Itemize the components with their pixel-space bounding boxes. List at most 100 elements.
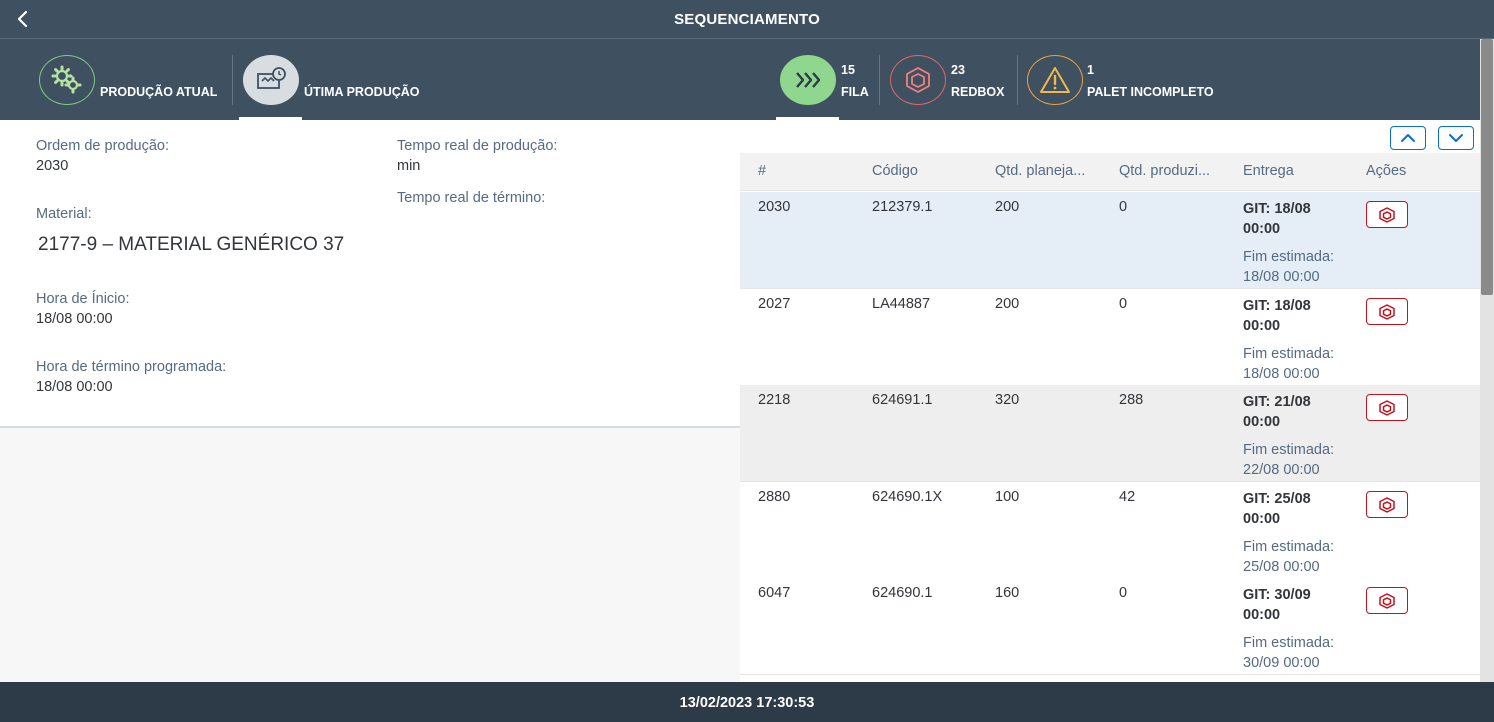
- tab-redbox[interactable]: 23 REDBOX: [889, 39, 1014, 120]
- fim-value: 18/08 00:00: [1243, 269, 1320, 285]
- cell-num: 2027: [758, 296, 791, 312]
- redbox-action-button[interactable]: [1366, 201, 1408, 228]
- tab-count: 1: [1087, 63, 1094, 77]
- cell-git: GIT: 18/08 00:00: [1243, 201, 1311, 237]
- tab-separator: [879, 55, 880, 105]
- queue-table: # Código Qtd. planeja... Qtd. produzi...…: [740, 120, 1480, 682]
- redbox-action-button[interactable]: [1366, 587, 1408, 614]
- tempo-real-value: min: [397, 158, 421, 174]
- fim-label: Fim estimada:: [1243, 539, 1335, 555]
- cell-git: GIT: 18/08 00:00: [1243, 298, 1311, 334]
- production-details-panel: Ordem de produção: 2030 Tempo real de pr…: [0, 120, 740, 428]
- fim-value: 30/09 00:00: [1243, 655, 1320, 671]
- footer-bar: 13/02/2023 17:30:53: [0, 682, 1494, 722]
- cell-git: GIT: 21/08 00:00: [1243, 394, 1311, 430]
- cell-num: 2218: [758, 392, 791, 408]
- page-title: SEQUENCIAMENTO: [674, 11, 820, 28]
- ordem-value: 2030: [36, 158, 69, 174]
- fim-label: Fim estimada:: [1243, 442, 1335, 458]
- cell-fim-estimada: Fim estimada: 25/08 00:00: [1243, 537, 1363, 577]
- fim-value: 25/08 00:00: [1243, 559, 1320, 575]
- fim-value: 22/08 00:00: [1243, 462, 1320, 478]
- cell-codigo: LA44887: [872, 296, 931, 312]
- cell-planejado: 100: [995, 489, 1020, 505]
- box-icon: [1379, 399, 1395, 416]
- gears-icon: [39, 55, 95, 105]
- cell-planejado: 200: [995, 296, 1020, 312]
- cell-codigo: 624690.1: [872, 585, 933, 601]
- fim-value: 18/08 00:00: [1243, 366, 1320, 382]
- column-header[interactable]: #: [758, 163, 766, 179]
- tab-palet-incompleto[interactable]: 1 PALET INCOMPLETO: [1026, 39, 1226, 120]
- termino-value: 18/08 00:00: [36, 379, 113, 395]
- cell-fim-estimada: Fim estimada: 30/09 00:00: [1243, 633, 1363, 673]
- move-down-button[interactable]: [1438, 126, 1474, 150]
- table-row[interactable]: 2030 212379.1 200 0 GIT: 18/08 00:00 Fim…: [740, 192, 1480, 289]
- icon-tab-bar: PRODUÇÃO ATUAL ÚTIMA PRODUÇÃO 15 FILA 23…: [0, 39, 1494, 120]
- redbox-action-button[interactable]: [1366, 491, 1408, 518]
- fim-label: Fim estimada:: [1243, 249, 1335, 265]
- cell-fim-estimada: Fim estimada: 18/08 00:00: [1243, 247, 1363, 287]
- table-row[interactable]: 2880 624690.1X 100 42 GIT: 25/08 00:00 F…: [740, 482, 1480, 579]
- redbox-action-button[interactable]: [1366, 298, 1408, 325]
- table-row[interactable]: 2027 LA44887 200 0 GIT: 18/08 00:00 Fim …: [740, 289, 1480, 386]
- cell-produzido: 288: [1119, 392, 1144, 408]
- box-icon: [1379, 303, 1395, 320]
- vertical-scrollbar[interactable]: [1480, 39, 1494, 682]
- cell-codigo: 212379.1: [872, 199, 933, 215]
- tab-label: PALET INCOMPLETO: [1087, 85, 1214, 99]
- column-header[interactable]: Código: [872, 163, 918, 179]
- fim-label: Fim estimada:: [1243, 346, 1335, 362]
- tab-count: 15: [841, 63, 855, 77]
- fim-label: Fim estimada:: [1243, 635, 1335, 651]
- cell-num: 2880: [758, 489, 791, 505]
- tab-label: PRODUÇÃO ATUAL: [100, 85, 218, 99]
- inicio-label: Hora de Ínicio:: [36, 291, 130, 307]
- table-row[interactable]: 2218 624691.1 320 288 GIT: 21/08 00:00 F…: [740, 385, 1480, 482]
- inicio-value: 18/08 00:00: [36, 311, 113, 327]
- warning-icon: [1027, 55, 1083, 105]
- tab-ultima-producao[interactable]: ÚTIMA PRODUÇÃO: [239, 39, 440, 120]
- material-value: 2177-9 – MATERIAL GENÉRICO 37: [38, 234, 345, 255]
- cell-planejado: 200: [995, 199, 1020, 215]
- column-header[interactable]: Qtd. produzi...: [1119, 163, 1210, 179]
- cell-produzido: 42: [1119, 489, 1136, 505]
- move-up-button[interactable]: [1390, 126, 1426, 150]
- chevron-down-icon: [1449, 134, 1463, 142]
- cell-num: 2030: [758, 199, 791, 215]
- tempo-termino-label: Tempo real de término:: [397, 190, 546, 206]
- column-header[interactable]: Qtd. planeja...: [995, 163, 1085, 179]
- chevron-up-icon: [1401, 134, 1415, 142]
- tab-separator: [1017, 55, 1018, 105]
- tab-separator: [232, 55, 233, 105]
- box-icon: [1379, 496, 1395, 513]
- tempo-real-label: Tempo real de produção:: [397, 138, 558, 154]
- cell-num: 6047: [758, 585, 791, 601]
- table-header: # Código Qtd. planeja... Qtd. produzi...…: [740, 153, 1480, 191]
- table-row[interactable]: 6047 624690.1 160 0 GIT: 30/09 00:00 Fim…: [740, 578, 1480, 675]
- cell-fim-estimada: Fim estimada: 18/08 00:00: [1243, 344, 1363, 384]
- cell-planejado: 160: [995, 585, 1020, 601]
- footer-timestamp: 13/02/2023 17:30:53: [679, 695, 815, 711]
- tab-producao-atual[interactable]: PRODUÇÃO ATUAL: [38, 39, 228, 120]
- box-icon: [890, 55, 946, 105]
- column-header[interactable]: Entrega: [1243, 163, 1294, 179]
- tab-label: REDBOX: [951, 85, 1005, 99]
- material-label: Material:: [36, 206, 92, 222]
- cell-fim-estimada: Fim estimada: 22/08 00:00: [1243, 440, 1363, 480]
- cell-codigo: 624690.1X: [872, 489, 943, 505]
- scrollbar-thumb[interactable]: [1481, 39, 1493, 295]
- cell-git: GIT: 30/09 00:00: [1243, 587, 1311, 623]
- cell-codigo: 624691.1: [872, 392, 933, 408]
- cell-produzido: 0: [1119, 199, 1128, 215]
- shell-bar: SEQUENCIAMENTO: [0, 0, 1494, 39]
- box-icon: [1379, 206, 1395, 223]
- box-icon: [1379, 592, 1395, 609]
- redbox-action-button[interactable]: [1366, 394, 1408, 421]
- tab-fila[interactable]: 15 FILA: [776, 39, 874, 120]
- tab-label: FILA: [841, 85, 869, 99]
- tab-count: 23: [951, 63, 965, 77]
- termino-label: Hora de término programada:: [36, 359, 227, 375]
- ordem-label: Ordem de produção:: [36, 138, 169, 154]
- cell-git: GIT: 25/08 00:00: [1243, 491, 1311, 527]
